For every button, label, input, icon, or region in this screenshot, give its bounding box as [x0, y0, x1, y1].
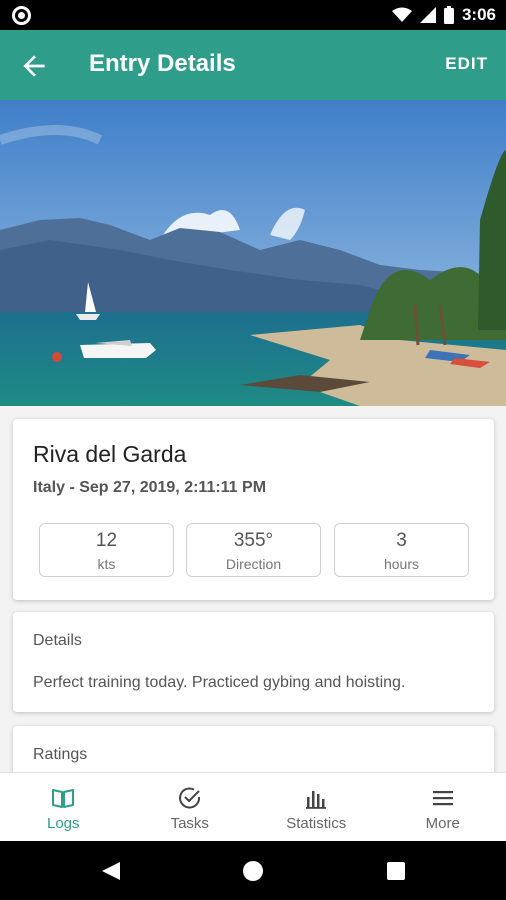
- menu-icon: [432, 791, 453, 806]
- nav-label: More: [425, 815, 460, 832]
- status-time: 3:06: [461, 5, 496, 24]
- book-icon: [52, 789, 75, 808]
- entry-summary-card: Riva del Garda Italy - Sep 27, 2019, 2:1…: [13, 419, 494, 600]
- page-title: Entry Details: [89, 50, 236, 77]
- nav-label: Logs: [46, 815, 80, 832]
- stat-value: 12: [95, 530, 118, 551]
- wind-speed-stat: 12 kts: [39, 523, 174, 577]
- nav-item-statistics[interactable]: Statistics: [253, 773, 380, 841]
- system-navigation-bar: [0, 841, 506, 900]
- system-recents-icon[interactable]: [386, 861, 406, 881]
- details-label: Details: [33, 632, 82, 649]
- stat-value: 355°: [233, 530, 274, 551]
- battery-icon: [443, 6, 454, 24]
- check-circle-icon: [178, 787, 200, 809]
- duration-stat: 3 hours: [334, 523, 469, 577]
- bar-chart-icon: [306, 791, 327, 809]
- entry-location-date: Italy - Sep 27, 2019, 2:11:11 PM: [33, 479, 267, 496]
- system-back-icon[interactable]: [100, 860, 122, 882]
- details-text: Perfect training today. Practiced gybing…: [33, 674, 406, 691]
- system-home-icon[interactable]: [242, 860, 264, 882]
- stat-value: 3: [396, 530, 407, 551]
- stat-unit: Direction: [225, 556, 282, 572]
- nav-item-more[interactable]: More: [380, 773, 506, 841]
- stat-unit: hours: [383, 556, 420, 572]
- nav-label: Statistics: [286, 815, 347, 832]
- ratings-label: Ratings: [33, 746, 88, 763]
- wind-direction-stat: 355° Direction: [186, 523, 321, 577]
- app-bar: Entry Details EDIT: [0, 30, 506, 100]
- edit-button[interactable]: EDIT: [445, 54, 488, 74]
- nav-item-logs[interactable]: Logs: [0, 773, 127, 841]
- bottom-navigation: Logs Tasks Statistics More: [0, 772, 506, 841]
- entry-place: Riva del Garda: [33, 441, 187, 467]
- nav-item-tasks[interactable]: Tasks: [127, 773, 254, 841]
- stat-unit: kts: [97, 556, 116, 572]
- nav-label: Tasks: [170, 815, 209, 832]
- details-card: Details Perfect training today. Practice…: [13, 612, 494, 712]
- wifi-icon: [391, 7, 412, 22]
- entry-photo: [0, 100, 506, 406]
- cell-signal-icon: [419, 7, 436, 23]
- back-arrow-icon[interactable]: [18, 50, 50, 82]
- notification-icon: [12, 6, 31, 25]
- status-bar: 3:06: [0, 0, 506, 30]
